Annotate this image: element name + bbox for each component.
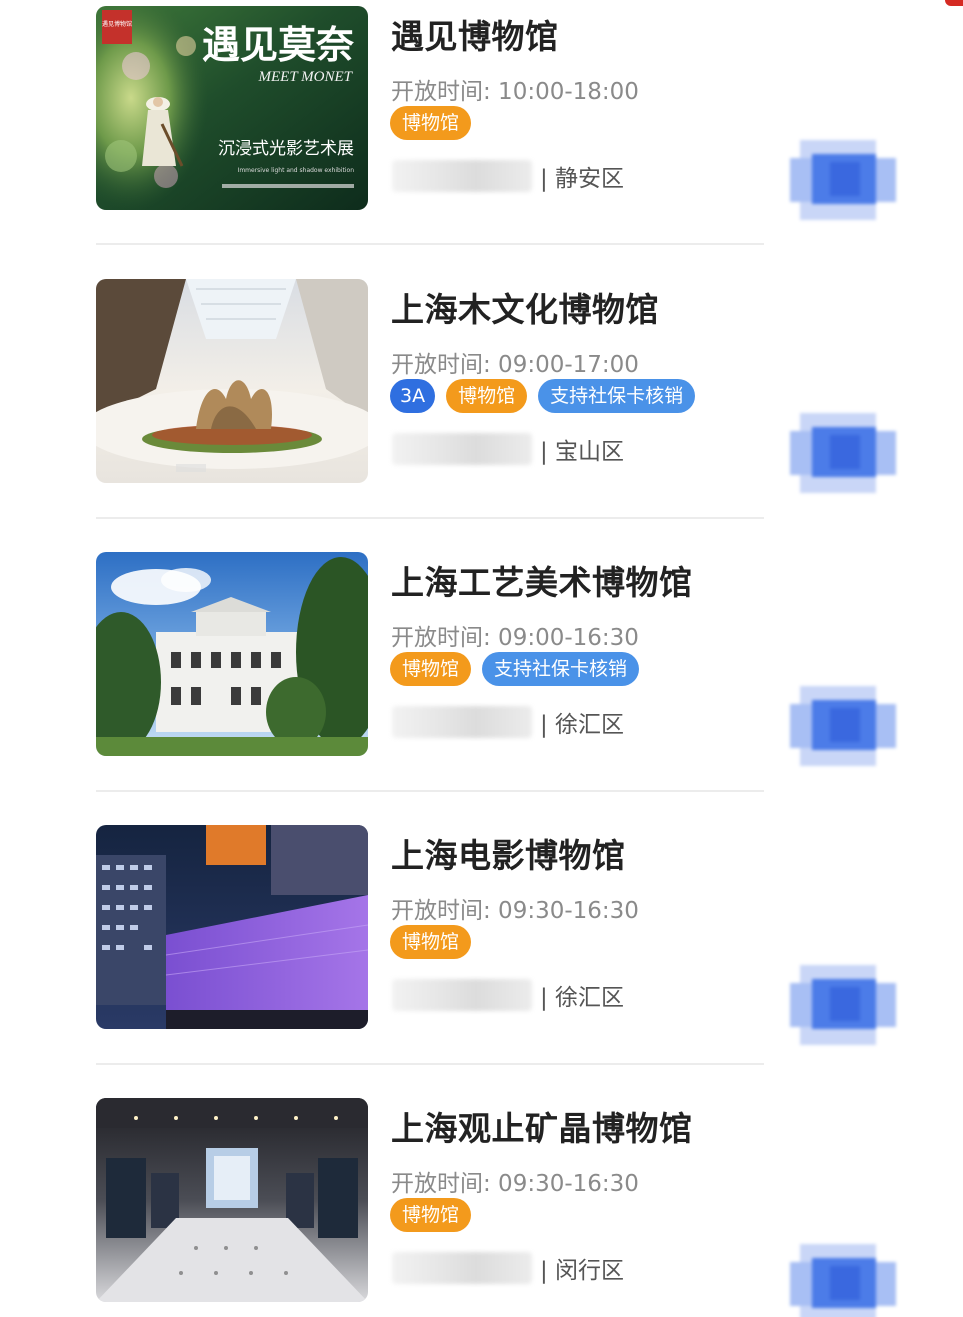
museum-card-5[interactable]: 上海观止矿晶博物馆 开放时间: 09:30-16:30 博物馆 | 闵行区 <box>0 1092 963 1317</box>
monet-poster-image: 遇见博物馆 遇见莫奈 MEET MONET 沉浸式光影艺术展 Immersive… <box>96 6 368 210</box>
tag-museum: 博物馆 <box>390 1198 472 1232</box>
district-label: | 闵行区 <box>540 1258 625 1284</box>
redacted-distance <box>392 706 532 738</box>
museum-list-page: 遇见博物馆 遇见莫奈 MEET MONET 沉浸式光影艺术展 Immersive… <box>0 0 963 1317</box>
tag-list: 博物馆 <box>390 1198 472 1234</box>
divider <box>96 243 764 245</box>
tag-list: 3A 博物馆 支持社保卡核销 <box>390 379 696 415</box>
film-museum-image <box>96 825 368 1029</box>
museum-card-2[interactable]: 上海木文化博物馆 开放时间: 09:00-17:00 3A 博物馆 支持社保卡核… <box>0 273 963 546</box>
museum-card-1[interactable]: 遇见博物馆 遇见莫奈 MEET MONET 沉浸式光影艺术展 Immersive… <box>0 0 963 273</box>
poster-caption-en: Immersive light and shadow exhibition <box>238 167 355 174</box>
district-label: | 宝山区 <box>540 439 625 465</box>
museum-thumbnail[interactable] <box>96 825 368 1029</box>
redacted-action-button[interactable] <box>790 686 896 766</box>
redacted-distance <box>392 160 532 192</box>
address-row: | 闵行区 <box>392 1248 624 1288</box>
poster-caption: 沉浸式光影艺术展 <box>218 139 354 159</box>
museum-thumbnail[interactable] <box>96 552 368 756</box>
opening-hours: 开放时间: 09:00-16:30 <box>391 625 639 651</box>
tag-social-card: 支持社保卡核销 <box>538 379 696 413</box>
divider <box>96 1063 764 1065</box>
mineral-museum-hall-image <box>96 1098 368 1302</box>
museum-thumbnail[interactable]: 遇见博物馆 遇见莫奈 MEET MONET 沉浸式光影艺术展 Immersive… <box>96 6 368 210</box>
poster-badge: 遇见博物馆 <box>102 20 132 28</box>
tag-list: 博物馆 <box>390 925 472 961</box>
redacted-distance <box>392 433 532 465</box>
redacted-action-button[interactable] <box>790 1244 896 1317</box>
tag-social-card: 支持社保卡核销 <box>482 652 640 686</box>
tag-list: 博物馆 支持社保卡核销 <box>390 652 640 688</box>
museum-card-3[interactable]: 上海工艺美术博物馆 开放时间: 09:00-16:30 博物馆 支持社保卡核销 … <box>0 546 963 819</box>
address-row: | 宝山区 <box>392 429 624 469</box>
redacted-action-button[interactable] <box>790 140 896 220</box>
poster-subtitle: MEET MONET <box>258 69 354 85</box>
redacted-action-button[interactable] <box>790 965 896 1045</box>
museum-thumbnail[interactable] <box>96 279 368 483</box>
museum-name[interactable]: 上海电影博物馆 <box>391 829 626 877</box>
redacted-distance <box>392 1252 532 1284</box>
opening-hours: 开放时间: 10:00-18:00 <box>391 79 639 105</box>
district-label: | 徐汇区 <box>540 712 625 738</box>
district-label: | 静安区 <box>540 166 625 192</box>
museum-name[interactable]: 遇见博物馆 <box>391 10 559 58</box>
address-row: | 徐汇区 <box>392 975 624 1015</box>
tag-museum: 博物馆 <box>390 652 472 686</box>
opening-hours: 开放时间: 09:00-17:00 <box>391 352 639 378</box>
tag-grade: 3A <box>390 379 436 413</box>
address-row: | 静安区 <box>392 156 624 196</box>
arts-crafts-museum-image <box>96 552 368 756</box>
museum-name[interactable]: 上海工艺美术博物馆 <box>391 556 693 604</box>
museum-name[interactable]: 上海观止矿晶博物馆 <box>391 1102 693 1150</box>
redacted-distance <box>392 979 532 1011</box>
opening-hours: 开放时间: 09:30-16:30 <box>391 898 639 924</box>
opening-hours: 开放时间: 09:30-16:30 <box>391 1171 639 1197</box>
museum-thumbnail[interactable] <box>96 1098 368 1302</box>
divider <box>96 790 764 792</box>
poster-title: 遇见莫奈 <box>202 22 354 67</box>
tag-museum: 博物馆 <box>390 106 472 140</box>
address-row: | 徐汇区 <box>392 702 624 742</box>
wood-museum-hall-image <box>96 279 368 483</box>
tag-museum: 博物馆 <box>390 925 472 959</box>
museum-card-4[interactable]: 上海电影博物馆 开放时间: 09:30-16:30 博物馆 | 徐汇区 <box>0 819 963 1092</box>
divider <box>96 517 764 519</box>
redacted-action-button[interactable] <box>790 413 896 493</box>
tag-list: 博物馆 <box>390 106 472 142</box>
tag-museum: 博物馆 <box>446 379 528 413</box>
district-label: | 徐汇区 <box>540 985 625 1011</box>
museum-name[interactable]: 上海木文化博物馆 <box>391 283 659 331</box>
